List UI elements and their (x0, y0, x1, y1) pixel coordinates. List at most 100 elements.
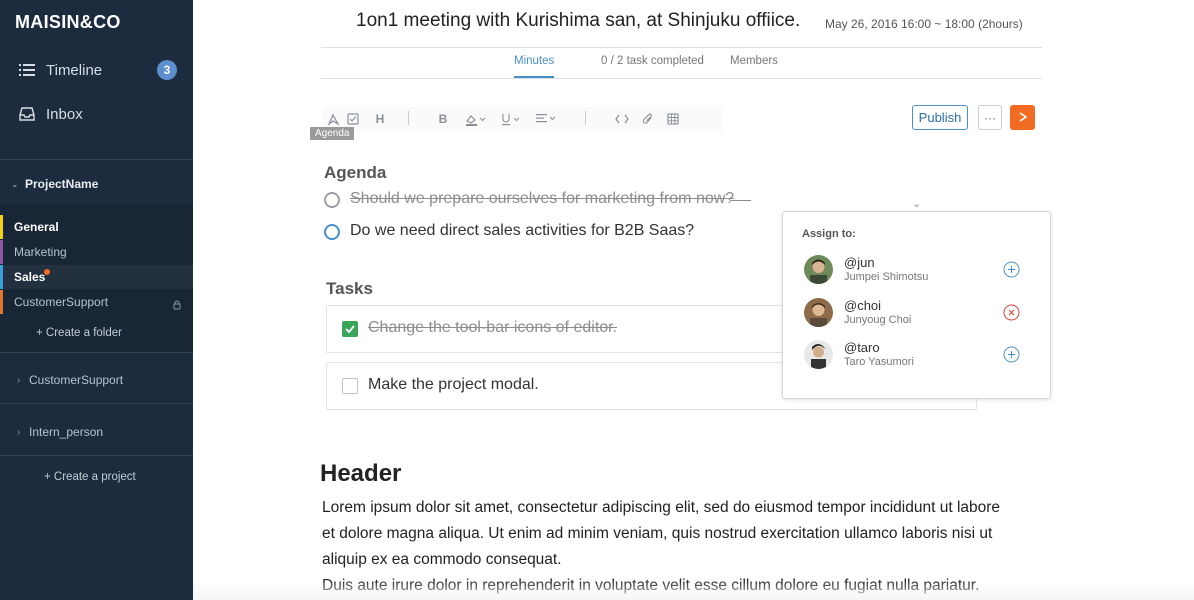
assign-title: Assign to: (802, 228, 856, 240)
project-name: ProjectName (25, 177, 99, 191)
nav-label: Timeline (46, 61, 103, 79)
meeting-time: 16:00 ~ 18:00 (2hours) (901, 17, 1023, 31)
agenda-tooltip: Agenda (310, 127, 355, 140)
folder-color-bar (0, 265, 3, 289)
task-checkbox[interactable] (342, 321, 358, 337)
heading-icon[interactable]: H (372, 111, 388, 127)
unread-dot (44, 269, 50, 275)
project-header[interactable]: ⌄ ProjectName (0, 170, 193, 198)
align-icon[interactable] (534, 111, 558, 127)
nav-item-inbox[interactable]: Inbox (0, 96, 193, 132)
tab-members[interactable]: Members (730, 55, 778, 67)
chevron-right-icon: › (17, 374, 21, 386)
sidebar-divider (0, 455, 193, 456)
content-header[interactable]: Header (320, 460, 401, 488)
tabs-divider (321, 78, 1042, 79)
member-handle: @jun (844, 255, 875, 270)
avatar (804, 255, 833, 284)
present-button[interactable] (1010, 105, 1035, 130)
toolbar-separator (408, 111, 409, 125)
folder-color-bar (0, 240, 3, 264)
publish-button[interactable]: Publish (912, 105, 968, 130)
agenda-item-text[interactable]: Do we need direct sales activities for B… (350, 222, 694, 240)
project-item-intern-person[interactable]: › Intern_person (0, 420, 193, 444)
sidebar: MAISIN&CO Timeline 3 Inbox ⌄ ProjectName… (0, 0, 193, 600)
attachment-icon[interactable] (640, 111, 656, 127)
chevron-down-icon[interactable]: ⌄ (912, 197, 921, 210)
folder-item-marketing[interactable]: Marketing (0, 240, 193, 264)
task-text[interactable]: Make the project modal. (368, 376, 539, 394)
nav-item-timeline[interactable]: Timeline 3 (0, 52, 193, 88)
main-content: 1on1 meeting with Kurishima san, at Shin… (193, 0, 1194, 600)
app: MAISIN&CO Timeline 3 Inbox ⌄ ProjectName… (0, 0, 1194, 600)
timeline-count-badge: 3 (157, 60, 177, 80)
task-text[interactable]: Change the tool-bar icons of editor. (368, 319, 617, 337)
member-row-taro[interactable]: @taro Taro Yasumori (804, 338, 1034, 372)
folder-list: General Marketing Sales CustomerSupport … (0, 204, 193, 352)
tab-tasks[interactable]: 0 / 2 task completed (601, 55, 704, 67)
lock-icon (172, 297, 182, 310)
avatar (804, 298, 833, 327)
folder-item-sales[interactable]: Sales (0, 265, 193, 289)
bottom-fade (193, 580, 1194, 600)
brand-logo[interactable]: MAISIN&CO (15, 12, 121, 33)
tab-minutes[interactable]: Minutes (514, 55, 554, 67)
assign-popup: Assign to: @jun Jumpei Shimotsu @choi Ju… (782, 211, 1051, 399)
folder-item-customersupport[interactable]: CustomerSupport (0, 290, 193, 314)
member-name: Jumpei Shimotsu (844, 271, 929, 283)
table-icon[interactable] (665, 111, 681, 127)
member-row-choi[interactable]: @choi Junyoug Choi (804, 296, 1034, 330)
play-icon (1019, 109, 1027, 127)
project-item-customersupport[interactable]: › CustomerSupport (0, 368, 193, 392)
member-row-jun[interactable]: @jun Jumpei Shimotsu (804, 253, 1034, 287)
tasks-heading: Tasks (326, 279, 373, 298)
strikethrough-tail (730, 200, 751, 201)
folder-label: Sales (14, 270, 46, 284)
agenda-icon[interactable] (325, 111, 341, 127)
header-divider (321, 47, 1042, 48)
create-project-link[interactable]: + Create a project (44, 471, 136, 483)
folder-color-bar (0, 215, 3, 239)
code-icon[interactable] (614, 111, 630, 127)
folder-label: General (14, 220, 59, 234)
member-handle: @choi (844, 298, 882, 313)
list-icon (18, 61, 36, 79)
task-checkbox[interactable] (342, 378, 358, 394)
inbox-icon (18, 105, 36, 123)
folder-item-general[interactable]: General (0, 215, 193, 239)
nav-label: Inbox (46, 105, 83, 123)
folder-label: Marketing (14, 245, 67, 259)
add-icon[interactable] (1003, 346, 1020, 363)
folder-color-bar (0, 290, 3, 314)
more-options-button[interactable]: ··· (978, 105, 1002, 130)
paragraph-line[interactable]: Lorem ipsum dolor sit amet, consectetur … (322, 495, 1042, 521)
agenda-bullet-icon[interactable] (324, 192, 340, 208)
member-name: Taro Yasumori (844, 356, 914, 368)
chevron-right-icon: › (17, 426, 21, 438)
underline-icon[interactable] (500, 111, 522, 127)
paragraph-line[interactable]: et dolore magna aliqua. Ut enim ad minim… (322, 521, 1042, 547)
project-label: Intern_person (29, 425, 104, 439)
paragraph-line[interactable]: aliquip ex ea commodo consequat. (322, 547, 1042, 573)
remove-icon[interactable] (1003, 304, 1020, 321)
meeting-title[interactable]: 1on1 meeting with Kurishima san, at Shin… (356, 10, 800, 32)
agenda-heading: Agenda (324, 163, 387, 182)
member-handle: @taro (844, 340, 880, 355)
editor-toolbar: H B (323, 107, 723, 131)
folder-label: CustomerSupport (14, 295, 109, 309)
meeting-date: May 26, 2016 (825, 17, 898, 31)
highlight-color-icon[interactable] (464, 111, 488, 127)
chevron-down-icon: ⌄ (11, 178, 19, 189)
add-icon[interactable] (1003, 261, 1020, 278)
agenda-item-text[interactable]: Should we prepare ourselves for marketin… (350, 190, 734, 208)
agenda-bullet-icon[interactable] (324, 224, 340, 240)
create-folder-link[interactable]: + Create a folder (36, 327, 122, 339)
member-name: Junyoug Choi (844, 314, 912, 326)
sidebar-divider (0, 352, 193, 353)
toolbar-separator (585, 111, 586, 125)
sidebar-divider (0, 159, 193, 160)
checkbox-icon[interactable] (345, 111, 361, 127)
bold-icon[interactable]: B (435, 111, 451, 127)
project-label: CustomerSupport (29, 373, 124, 387)
sidebar-divider (0, 403, 193, 404)
